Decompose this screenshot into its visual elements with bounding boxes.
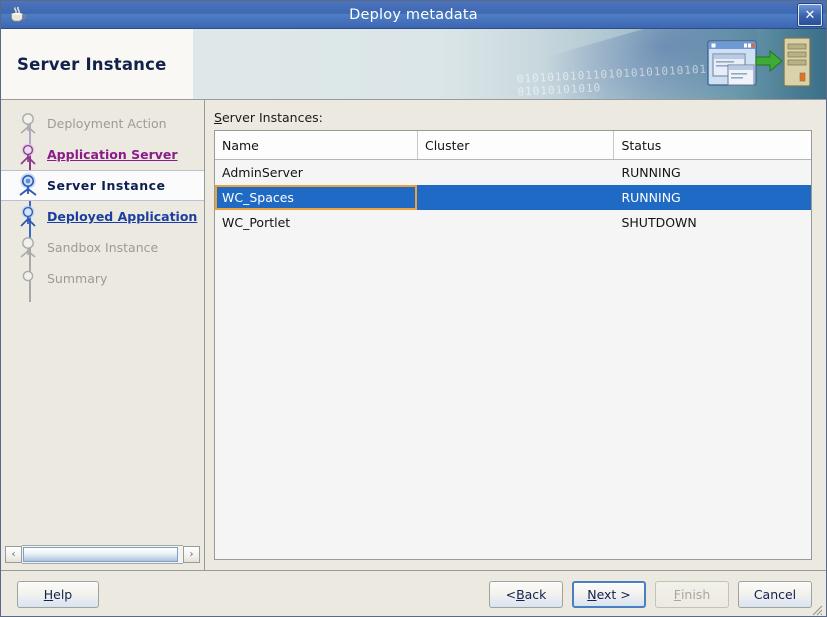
cell-name[interactable]: AdminServer xyxy=(215,159,418,185)
column-header-name[interactable]: Name xyxy=(215,131,418,160)
step-node-future-icon xyxy=(13,109,43,139)
sidebar-item-label: Deployed Application xyxy=(47,209,198,224)
sidebar-item-deployment-action[interactable]: Deployment Action xyxy=(1,108,204,139)
cell-cluster[interactable] xyxy=(417,210,614,235)
sidebar-item-label: Application Server xyxy=(47,147,178,162)
step-node-done-icon xyxy=(13,140,43,170)
sidebar-item-label: Summary xyxy=(47,271,108,286)
back-pre: < xyxy=(505,587,517,602)
next-mnemonic: N xyxy=(587,587,597,602)
sidebar-item-sandbox-instance[interactable]: Sandbox Instance xyxy=(1,232,204,263)
step-node-future-icon xyxy=(13,233,43,263)
wizard-steps-sidebar: Deployment Action Application Server Ser… xyxy=(1,100,205,570)
next-rest: ext > xyxy=(596,587,631,602)
cell-name[interactable]: WC_Spaces xyxy=(215,185,418,210)
page-title: Server Instance xyxy=(17,54,167,74)
sidebar-item-application-server[interactable]: Application Server xyxy=(1,139,204,170)
window-title: Deploy metadata xyxy=(349,6,478,23)
cell-status[interactable]: SHUTDOWN xyxy=(613,210,811,235)
table-row[interactable]: WC_Spaces RUNNING xyxy=(215,185,811,210)
table-row[interactable]: WC_Portlet SHUTDOWN xyxy=(215,210,811,235)
sidebar-horizontal-scrollbar[interactable]: ‹ › xyxy=(5,544,200,564)
cell-cluster[interactable] xyxy=(417,159,614,185)
cell-cluster[interactable] xyxy=(417,185,614,210)
server-instances-table[interactable]: Name Cluster Status AdminServer RUNNING … xyxy=(214,130,812,560)
step-node-current-icon xyxy=(13,171,43,201)
sidebar-item-label: Server Instance xyxy=(47,178,166,193)
scrollbar-track[interactable] xyxy=(22,544,183,564)
finish-button: Finish xyxy=(655,581,729,608)
help-button[interactable]: Help xyxy=(17,581,99,608)
cancel-button[interactable]: Cancel xyxy=(738,581,812,608)
header-decoration: 0101010101101010101010101010 01010101010 xyxy=(193,29,826,99)
cell-name[interactable]: WC_Portlet xyxy=(215,210,418,235)
back-button[interactable]: < Back xyxy=(489,581,563,608)
sidebar-item-label: Deployment Action xyxy=(47,116,167,131)
sidebar-item-server-instance[interactable]: Server Instance xyxy=(1,170,204,201)
step-node-terminal-icon xyxy=(13,264,43,294)
column-header-cluster[interactable]: Cluster xyxy=(417,131,615,160)
deploy-to-server-icon xyxy=(704,35,814,93)
cancel-label: Cancel xyxy=(753,587,797,602)
sidebar-item-summary[interactable]: Summary xyxy=(1,263,204,294)
next-button[interactable]: Next > xyxy=(572,581,646,608)
sidebar-item-label: Sandbox Instance xyxy=(47,240,159,255)
wizard-steps-list: Deployment Action Application Server Ser… xyxy=(1,100,204,544)
step-node-done-icon xyxy=(13,202,43,232)
scrollbar-thumb[interactable] xyxy=(23,546,178,562)
help-rest: elp xyxy=(53,587,73,602)
finish-rest: inish xyxy=(680,587,711,602)
help-mnemonic: H xyxy=(43,587,54,602)
cell-status[interactable]: RUNNING xyxy=(613,185,811,210)
header-title-area: Server Instance xyxy=(1,29,193,99)
resize-grip-icon[interactable] xyxy=(810,603,824,617)
scroll-left-icon[interactable]: ‹ xyxy=(5,545,22,563)
dialog-body: Deployment Action Application Server Ser… xyxy=(1,100,826,570)
close-icon[interactable]: ✕ xyxy=(798,4,822,26)
deploy-metadata-dialog: Deploy metadata ✕ Server Instance 010101… xyxy=(0,0,827,617)
back-rest: ack xyxy=(524,587,547,602)
main-content: Server Instances: Name Cluster Status Ad… xyxy=(205,100,826,570)
scroll-right-icon[interactable]: › xyxy=(183,545,200,563)
header-banner: Server Instance 010101010110101010101010… xyxy=(1,29,826,100)
dialog-footer: Help < Back Next > Finish Cancel xyxy=(1,570,826,617)
table-row[interactable]: AdminServer RUNNING xyxy=(215,159,811,185)
finish-mnemonic: F xyxy=(673,587,681,602)
label-mnemonic: S xyxy=(214,110,222,125)
table-header-row: Name Cluster Status xyxy=(215,131,811,160)
column-header-status[interactable]: Status xyxy=(613,131,811,160)
title-bar: Deploy metadata ✕ xyxy=(1,1,826,29)
sidebar-item-deployed-application[interactable]: Deployed Application xyxy=(1,201,204,232)
back-mnemonic: B xyxy=(516,587,525,602)
server-instances-label: Server Instances: xyxy=(214,110,812,125)
label-rest: erver Instances: xyxy=(221,110,323,125)
java-coffee-cup-icon xyxy=(5,4,31,26)
cell-status[interactable]: RUNNING xyxy=(613,159,811,185)
